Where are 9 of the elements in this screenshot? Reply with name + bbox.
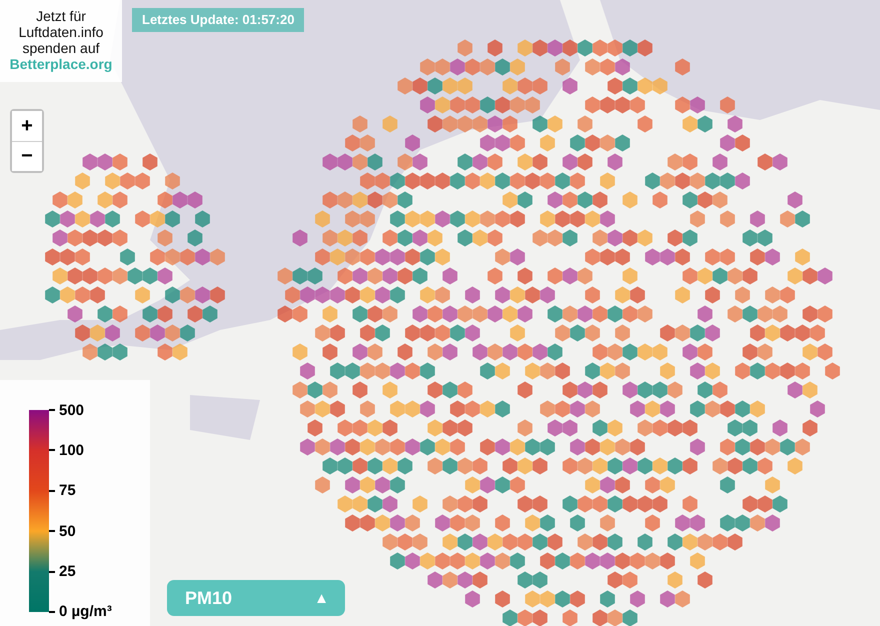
scale-label: 100 — [59, 442, 84, 459]
scale-label: 500 — [59, 402, 84, 418]
update-badge: Letztes Update: 01:57:20 — [132, 8, 304, 32]
donate-text: Jetzt für Luftdaten.info spenden auf — [18, 8, 104, 56]
scale-label: 0 µg/m³ — [59, 603, 112, 620]
zoom-out-button[interactable]: − — [12, 141, 42, 171]
scale-label: 25 — [59, 563, 76, 580]
scale-label: 75 — [59, 482, 76, 500]
scale-label: 50 — [59, 522, 76, 540]
